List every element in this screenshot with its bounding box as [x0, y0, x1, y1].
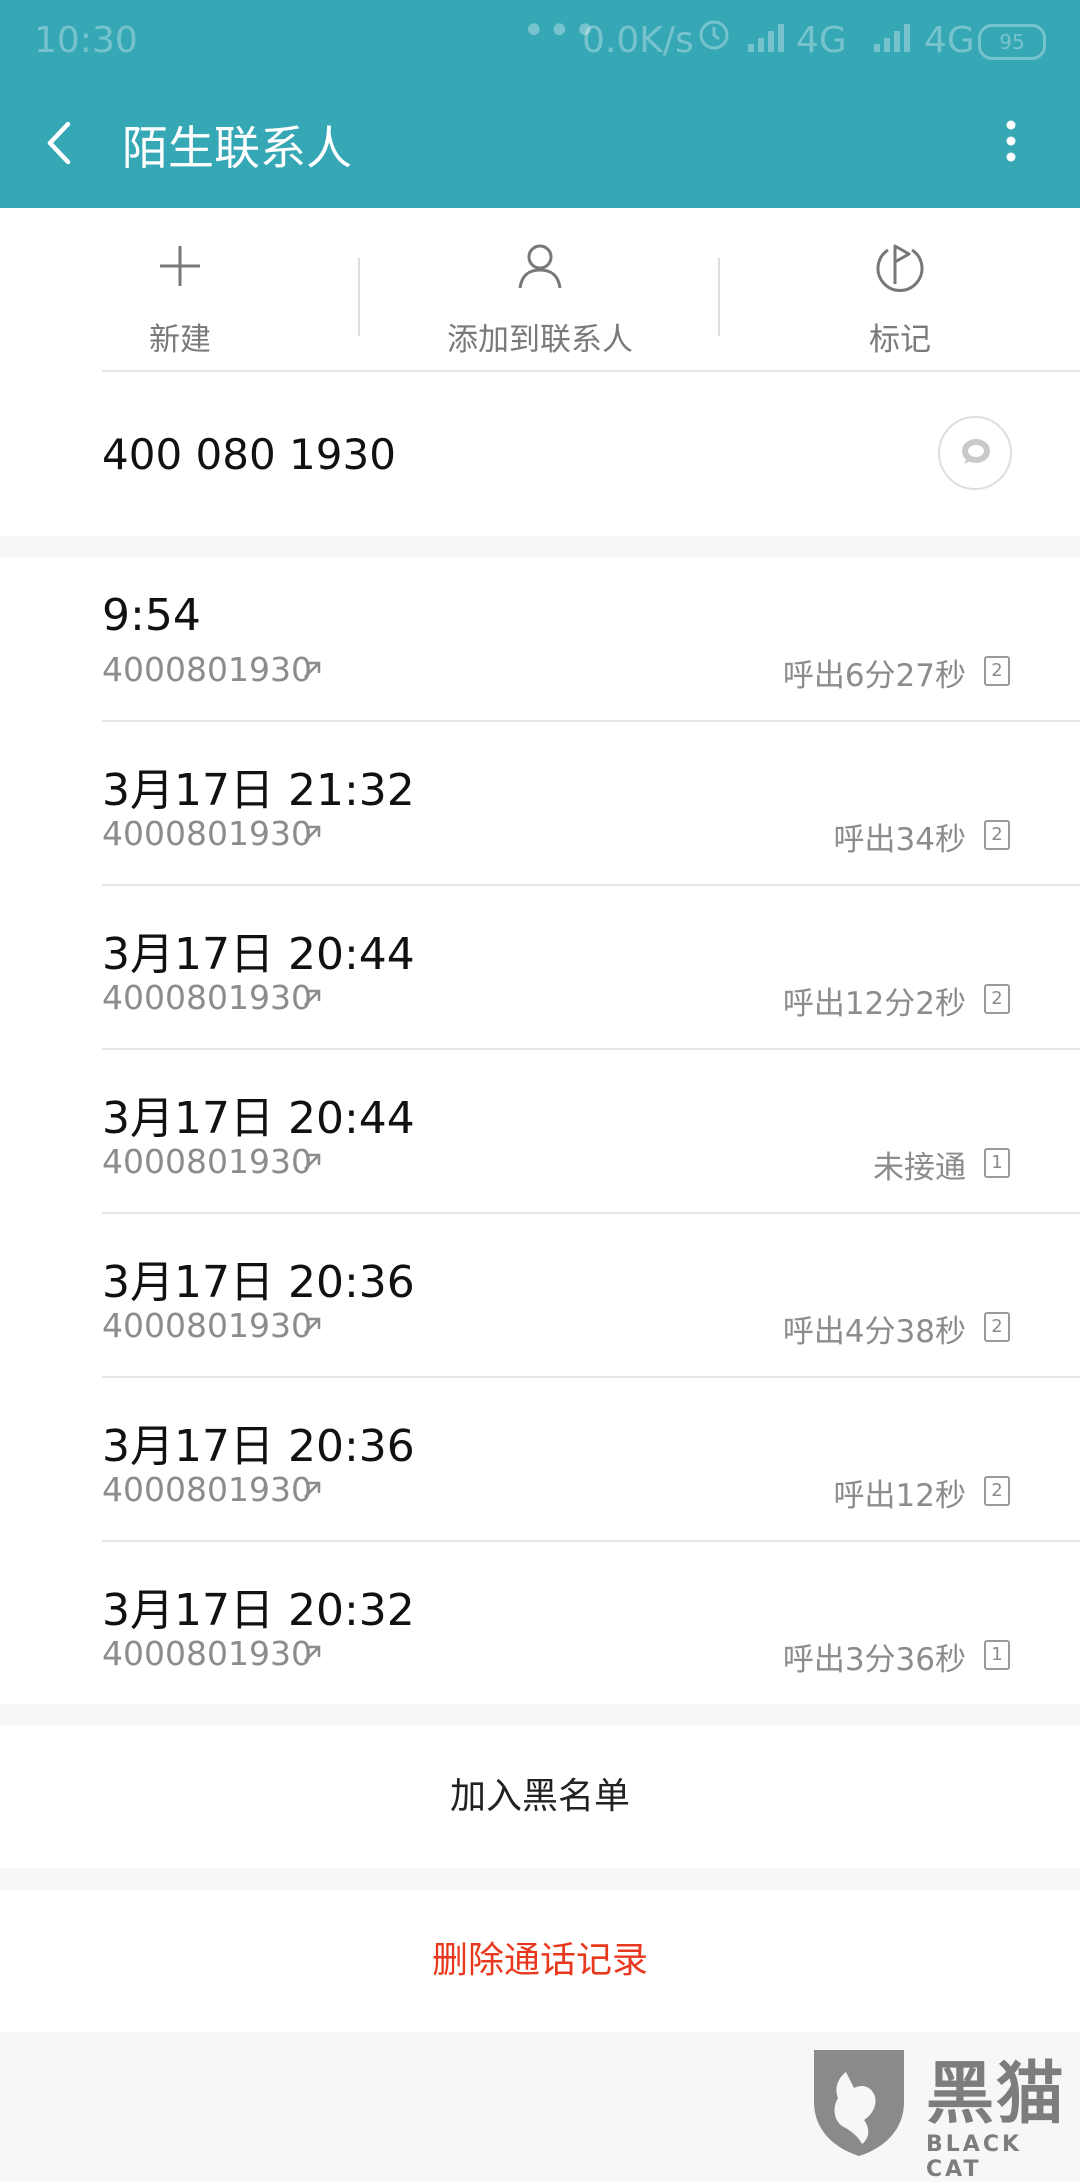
call-duration: 呼出12分2秒	[782, 986, 966, 1022]
flag-icon	[876, 244, 924, 292]
status-time: 10:30	[34, 20, 138, 61]
outgoing-arrow-icon	[304, 1153, 321, 1170]
add-to-contacts-button[interactable]: 添加到联系人	[360, 240, 720, 358]
sim-card-icon: 1	[984, 1148, 1010, 1178]
outgoing-arrow-icon	[304, 825, 321, 842]
sim-card-icon: 1	[984, 1640, 1010, 1670]
page-title: 陌生联系人	[122, 121, 352, 175]
watermark-brand: 黑猫	[926, 2055, 1067, 2134]
back-arrow-icon[interactable]	[40, 116, 76, 170]
call-number: 4000801930	[102, 1634, 312, 1673]
message-bubble-icon	[962, 439, 990, 464]
sim-card-icon: 2	[984, 1476, 1010, 1506]
outgoing-arrow-icon	[304, 989, 321, 1006]
new-contact-button[interactable]: 新建	[0, 240, 360, 358]
call-time: 3月17日 20:44	[102, 1093, 415, 1144]
add-to-blacklist-button[interactable]: 加入黑名单	[0, 1726, 1080, 1868]
call-time: 3月17日 21:32	[102, 765, 415, 816]
sim-card-icon: 2	[984, 820, 1010, 850]
sim-card-icon: 2	[984, 656, 1010, 686]
status-bar: 10:30 ••• 0.0K/s 4G 4G 95	[0, 0, 1080, 78]
call-number: 4000801930	[102, 814, 312, 853]
watermark-logo: 黑猫 BLACK CAT	[808, 2044, 1080, 2182]
call-number: 4000801930	[102, 978, 312, 1017]
signal-icon	[874, 24, 910, 52]
call-log-item[interactable]: 3月17日 20:36 4000801930 呼出4分38秒 2	[0, 1214, 1080, 1378]
call-time: 9:54	[102, 590, 201, 641]
call-number: 4000801930	[102, 1470, 312, 1509]
outgoing-arrow-icon	[304, 661, 321, 678]
call-log-item[interactable]: 3月17日 20:44 4000801930 未接通 1	[0, 1050, 1080, 1214]
signal-icon	[748, 24, 784, 52]
contact-actions-card: 新建 添加到联系人 标记 400 080 1930	[0, 208, 1080, 536]
person-icon	[518, 244, 562, 289]
network-speed: 0.0K/s	[582, 20, 694, 61]
cat-shield-icon	[814, 2050, 904, 2156]
alarm-icon	[699, 20, 729, 50]
plus-icon	[160, 246, 200, 286]
call-duration: 呼出12秒	[833, 1478, 966, 1514]
call-time: 3月17日 20:36	[102, 1421, 415, 1472]
call-duration: 呼出4分38秒	[782, 1314, 966, 1350]
battery-icon: 95	[978, 24, 1046, 60]
mark-button[interactable]: 标记	[720, 240, 1080, 358]
call-duration: 呼出34秒	[833, 822, 966, 858]
delete-call-log-button[interactable]: 删除通话记录	[0, 1890, 1080, 2032]
call-log-item[interactable]: 3月17日 20:32 4000801930 呼出3分36秒 1	[0, 1542, 1080, 1706]
network-type-2: 4G	[924, 20, 975, 61]
call-log-item[interactable]: 3月17日 20:44 4000801930 呼出12分2秒 2	[0, 886, 1080, 1050]
watermark-subtitle: BLACK CAT	[926, 2132, 1023, 2182]
call-log-item[interactable]: 3月17日 20:36 4000801930 呼出12秒 2	[0, 1378, 1080, 1542]
call-time: 3月17日 20:36	[102, 1257, 415, 1308]
phone-number: 400 080 1930	[102, 430, 396, 479]
outgoing-arrow-icon	[304, 1317, 321, 1334]
call-duration: 呼出3分36秒	[782, 1642, 966, 1678]
call-duration: 呼出6分27秒	[782, 658, 966, 694]
new-contact-label: 新建	[149, 322, 211, 358]
more-menu-icon[interactable]	[996, 118, 1026, 168]
call-log-item[interactable]: 3月17日 21:32 4000801930 呼出34秒 2	[0, 722, 1080, 886]
call-status: 未接通	[873, 1150, 966, 1186]
app-header: 10:30 ••• 0.0K/s 4G 4G 95 陌生联系人	[0, 0, 1080, 208]
call-time: 3月17日 20:44	[102, 929, 415, 980]
network-type-1: 4G	[796, 20, 847, 61]
outgoing-arrow-icon	[304, 1645, 321, 1662]
call-number: 4000801930	[102, 1142, 312, 1181]
add-to-contacts-label: 添加到联系人	[447, 322, 633, 358]
delete-card: 删除通话记录	[0, 1890, 1080, 2032]
call-number: 4000801930	[102, 650, 312, 689]
message-button[interactable]	[938, 416, 1012, 490]
divider	[102, 370, 1080, 372]
call-time: 3月17日 20:32	[102, 1585, 415, 1636]
block-card: 加入黑名单	[0, 1726, 1080, 1868]
sim-card-icon: 2	[984, 1312, 1010, 1342]
call-log-list: 9:54 4000801930 呼出6分27秒 2 3月17日 21:32 40…	[0, 558, 1080, 1704]
sim-card-icon: 2	[984, 984, 1010, 1014]
outgoing-arrow-icon	[304, 1481, 321, 1498]
call-log-item[interactable]: 9:54 4000801930 呼出6分27秒 2	[0, 558, 1080, 722]
call-number: 4000801930	[102, 1306, 312, 1345]
mark-label: 标记	[869, 322, 931, 358]
